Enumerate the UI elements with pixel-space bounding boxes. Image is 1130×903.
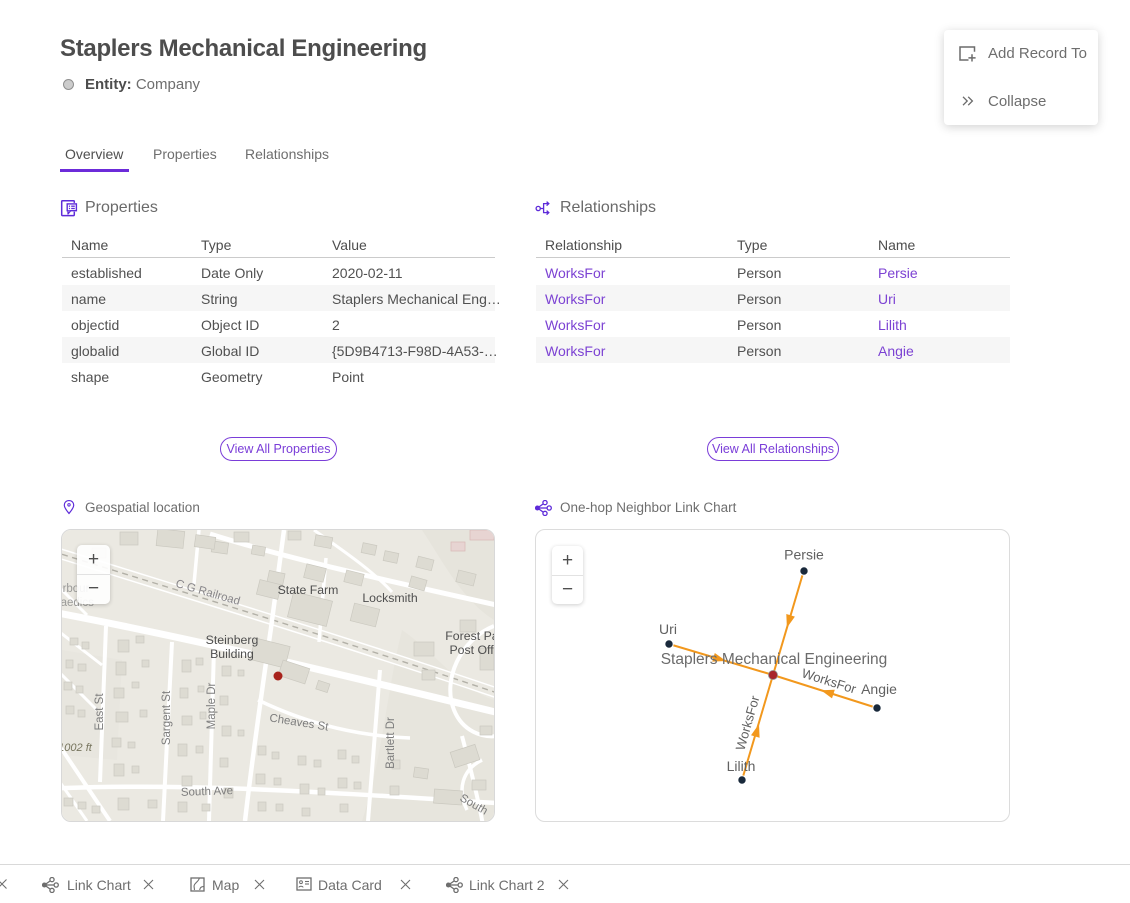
svg-text:Angie: Angie [861,681,897,697]
svg-text:South Ave: South Ave [181,785,234,799]
svg-text:1002 ft: 1002 ft [62,742,93,754]
svg-text:Bartlett Dr: Bartlett Dr [385,717,397,769]
svg-text:Sargent St: Sargent St [161,690,173,745]
svg-text:State Farm: State Farm [278,583,339,597]
svg-text:Staplers Mechanical Engineerin: Staplers Mechanical Engineering [661,651,888,668]
svg-text:East St: East St [94,693,106,731]
svg-text:Uri: Uri [659,621,677,637]
svg-text:Post Offic: Post Offic [449,643,494,657]
svg-text:Persie: Persie [784,547,824,563]
svg-text:Building: Building [210,647,254,661]
svg-text:Steinberg: Steinberg [206,633,259,647]
svg-text:Locksmith: Locksmith [362,591,418,605]
svg-text:Maple Dr: Maple Dr [206,683,218,730]
svg-text:Lilith: Lilith [727,758,756,774]
svg-text:Forest Par: Forest Par [445,629,494,643]
